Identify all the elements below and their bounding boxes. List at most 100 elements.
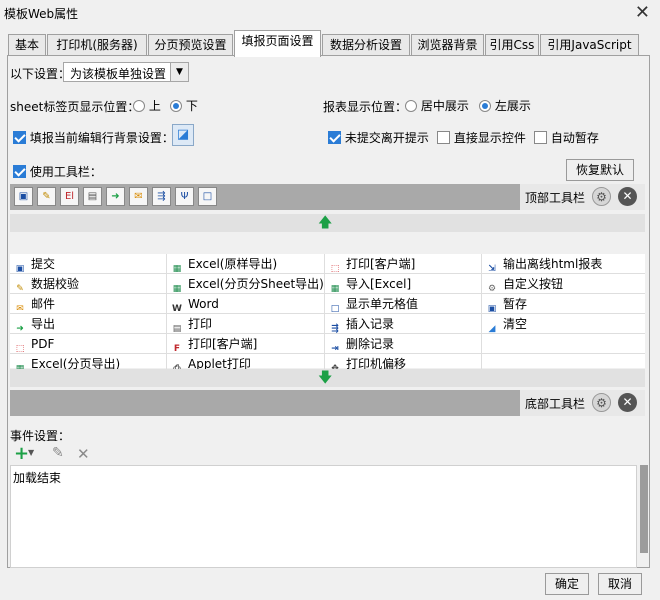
checkbox-checked-icon[interactable] [13,165,26,178]
close-icon[interactable]: ✕ [618,393,637,412]
arrow-up-icon[interactable]: 🡅 [318,214,332,232]
grid-item-label: 自定义按钮 [503,277,564,291]
grid-item-custom-button[interactable]: ⚙ 自定义按钮 [482,274,645,294]
tab-page-preview[interactable]: 分页预览设置 [148,34,233,56]
grid-item-import-excel[interactable]: ▦ 导入[Excel] [325,274,482,294]
use-toolbar-checkbox[interactable]: 使用工具栏： [13,163,102,180]
button-grid: ▣提交 ✎数据校验 ✉邮件 ➜导出 ⬚PDF ▦Excel(分页导出) ▦Exc… [10,254,645,374]
word-icon: W [172,304,182,314]
grid-item-print-client[interactable]: F 打印[客户端] [167,334,325,354]
grid-item-submit[interactable]: ▣ 提交 [10,254,167,274]
grid-item-mail[interactable]: ✉ 邮件 [10,294,167,314]
grid-item-show-cell[interactable]: □ 显示单元格值 [325,294,482,314]
event-item[interactable]: 加载结束 [13,469,61,486]
top-toolbar-label: 顶部工具栏 [525,191,586,205]
restore-default-button[interactable]: 恢复默认 [566,159,634,181]
cancel-button[interactable]: 取消 [598,573,642,595]
grid-item-label: 打印 [188,317,213,331]
settings-panel: 以下设置： 为该模板单独设置 ▼ sheet标签页显示位置： 上 下 报表显示位… [7,55,650,568]
scrollbar[interactable] [640,465,648,553]
bottom-toolbar: 底部工具栏 ⚙ ✕ [10,390,645,416]
fill-bg-checkbox[interactable]: 填报当前编辑行背景设置： [13,129,174,146]
grid-item-delete-record[interactable]: ⇥ 删除记录 [325,334,482,354]
tab-printer-server[interactable]: 打印机(服务器) [47,34,147,56]
grid-item-print[interactable]: ▤ 打印 [167,314,325,334]
tab-css[interactable]: 引用Css [485,34,539,56]
grid-item-validate[interactable]: ✎ 数据校验 [10,274,167,294]
cell-icon[interactable]: □ [198,187,217,206]
checkbox-checked-icon[interactable] [13,131,26,144]
report-left-label: 左展示 [494,99,531,113]
tab-basic[interactable]: 基本 [8,34,46,56]
grid-item-pdf[interactable]: ⬚ PDF [10,334,167,354]
move-up-row[interactable]: 🡅 [10,214,645,232]
add-icon[interactable]: + [14,443,29,464]
settings-scope-select[interactable]: 为该模板单独设置 ▼ [63,62,189,82]
grid-item-word[interactable]: W Word [167,294,325,314]
gear-icon[interactable]: ⚙ [592,187,611,206]
grid-item-print-client-pdf[interactable]: ⬚ 打印[客户端] [325,254,482,274]
export-icon[interactable]: ➜ [106,187,125,206]
delete-icon: ⇥ [331,344,339,354]
chevron-down-icon[interactable]: ▼ [28,448,34,457]
unsubmitted-checkbox[interactable]: 未提交离开提示 [328,129,429,146]
window-title: 模板Web属性 [4,7,79,21]
grid-item-label: 导出 [31,317,56,331]
arrow-down-icon[interactable]: 🡇 [318,369,332,387]
grid-item-label: 导入[Excel] [346,277,412,291]
delete-icon[interactable]: ✕ [77,445,90,463]
print-icon[interactable]: ▤ [83,187,102,206]
checkbox-checked-icon[interactable] [328,131,341,144]
grid-empty-cell [482,334,645,354]
tab-browser-bg[interactable]: 浏览器背景 [411,34,484,56]
grid-item-clear[interactable]: ◢ 清空 [482,314,645,334]
grid-item-offline-html[interactable]: ⇲ 输出离线html报表 [482,254,645,274]
close-icon[interactable]: ✕ [618,187,637,206]
edit-icon[interactable]: ✎ [37,187,56,206]
grid-item-export[interactable]: ➜ 导出 [10,314,167,334]
close-icon[interactable]: ✕ [635,2,650,23]
save-icon[interactable]: ▣ [14,187,33,206]
direct-show-checkbox[interactable]: 直接显示控件 [437,129,526,146]
bottom-toolbar-label: 底部工具栏 [525,397,586,411]
pdf-icon: ⬚ [15,344,25,354]
grid-item-excel-sheet[interactable]: ▦ Excel(分页分Sheet导出) [167,274,325,294]
radio-icon[interactable] [405,100,417,112]
edit-icon[interactable]: ✎ [52,445,64,461]
direct-show-label: 直接显示控件 [453,131,526,145]
checkbox-icon[interactable] [534,131,547,144]
mail-icon[interactable]: ✉ [129,187,148,206]
grid-item-excel-original[interactable]: ▦ Excel(原样导出) [167,254,325,274]
radio-selected-icon[interactable] [170,100,182,112]
auto-save-checkbox[interactable]: 自动暂存 [534,129,599,146]
report-left-radio[interactable]: 左展示 [479,97,531,114]
eraser-icon: ◢ [488,324,496,334]
insert-icon[interactable]: ⇶ [152,187,171,206]
radio-icon[interactable] [133,100,145,112]
gear-icon[interactable]: ⚙ [592,393,611,412]
flash-print-icon: F [173,344,181,354]
export-icon: ➜ [16,324,24,334]
checkbox-icon[interactable] [437,131,450,144]
sheet-bottom-radio[interactable]: 下 [170,97,198,114]
grid-item-label: 删除记录 [346,337,395,351]
temp-save-icon: ▣ [487,304,497,314]
html-export-icon: ⇲ [488,264,496,274]
paint-bucket-icon[interactable]: ◪ [172,124,194,146]
sheet-top-radio[interactable]: 上 [133,97,161,114]
move-down-row[interactable]: 🡇 [10,369,645,387]
tab-data-analysis[interactable]: 数据分析设置 [322,34,410,56]
settings-scope-value: 为该模板单独设置 [70,67,167,81]
top-toolbar: ▣ ✎ El ▤ ➜ ✉ ⇶ Ψ □ 顶部工具栏 ⚙ ✕ [10,184,645,210]
grid-item-temp-save[interactable]: ▣ 暂存 [482,294,645,314]
excel-icon: ▦ [172,264,182,274]
tab-fill-page[interactable]: 填报页面设置 [234,30,321,57]
excel-icon[interactable]: El [60,187,79,206]
tab-javascript[interactable]: 引用JavaScript [540,34,639,56]
report-center-radio[interactable]: 居中展示 [405,97,469,114]
grid-item-insert-record[interactable]: ⇶ 插入记录 [325,314,482,334]
radio-selected-icon[interactable] [479,100,491,112]
ok-button[interactable]: 确定 [545,573,589,595]
chevron-down-icon[interactable]: ▼ [170,63,188,81]
delete-icon[interactable]: Ψ [175,187,194,206]
